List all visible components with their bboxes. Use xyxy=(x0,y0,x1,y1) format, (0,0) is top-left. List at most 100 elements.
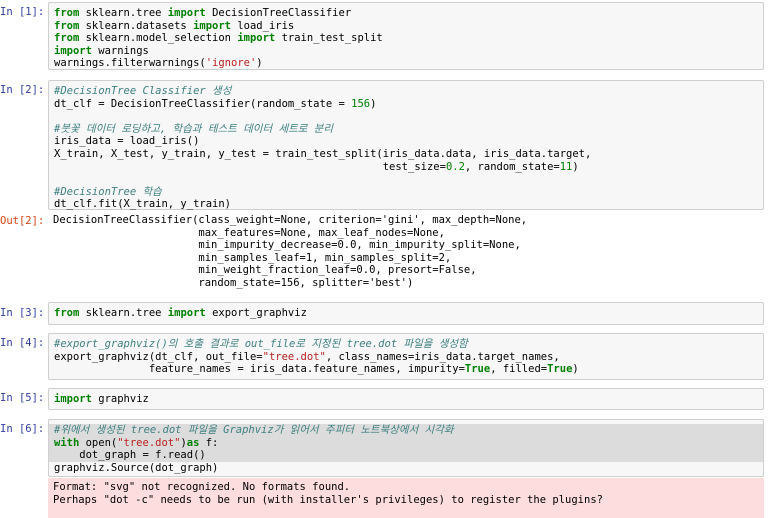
code-token: feature_names = iris_data.feature_names,… xyxy=(54,363,465,376)
code-token: , filled= xyxy=(490,363,548,376)
code-token: dot_graph = f.read() xyxy=(54,449,206,462)
code-token: export_graphviz(dt_clf, out_file= xyxy=(54,350,263,363)
code-cell-5: In [5]: import graphviz xyxy=(0,386,768,412)
error-line: Format: "svg" not recognized. No formats… xyxy=(53,481,351,493)
code-keyword: from xyxy=(54,7,86,19)
code-block: #위에서 생성된 tree.dot 파일을 Graphviz가 읽어서 주피터 … xyxy=(49,424,763,475)
code-string: "tree.dot" xyxy=(117,436,181,449)
code-token: ) xyxy=(572,160,579,173)
code-keyword: import xyxy=(167,7,213,19)
code-token: dt_clf.fit(X_train, y_train) xyxy=(54,198,232,211)
code-string: 'ignore' xyxy=(205,57,257,70)
code-token: , class_names=iris_data.target_names, xyxy=(325,350,560,363)
input-prompt: In [6]: xyxy=(0,423,45,435)
code-token: load_iris xyxy=(237,19,295,32)
code-line: from sklearn.tree import DecisionTreeCla… xyxy=(54,7,758,20)
code-token: test_size= xyxy=(54,160,446,173)
output-line: max_features=None, max_leaf_nodes=None, xyxy=(53,226,445,239)
code-token: graphviz xyxy=(98,393,149,405)
code-keyword: True xyxy=(547,363,573,376)
code-token: X_train, X_test, y_train, y_test = train… xyxy=(54,147,592,160)
code-input[interactable]: #export_graphviz()의 호출 결과로 out_file로 지정된… xyxy=(48,333,764,380)
code-keyword: from xyxy=(54,19,86,32)
code-input[interactable]: #위에서 생성된 tree.dot 파일을 Graphviz가 읽어서 주피터 … xyxy=(48,419,764,477)
code-token: warnings xyxy=(98,44,149,57)
code-comment: #위에서 생성된 tree.dot 파일을 Graphviz가 읽어서 주피터 … xyxy=(54,424,454,436)
error-output: Format: "svg" not recognized. No formats… xyxy=(48,478,764,518)
code-input[interactable]: import graphviz xyxy=(48,388,764,410)
code-block: from sklearn.tree import DecisionTreeCla… xyxy=(54,7,758,70)
code-line: from sklearn.datasets import load_iris xyxy=(54,20,758,33)
code-line: iris_data = load_iris() xyxy=(54,135,758,148)
input-prompt: In [1]: xyxy=(0,6,45,18)
code-line: dot_graph = f.read() xyxy=(49,449,763,462)
code-token: export_graphviz xyxy=(212,307,307,319)
output-line: min_impurity_decrease=0.0, min_impurity_… xyxy=(53,239,521,252)
code-token: f: xyxy=(205,436,219,449)
code-token: iris_data = load_iris() xyxy=(54,135,200,148)
code-token: dt_clf = DecisionTreeClassifier(random_s… xyxy=(54,97,352,110)
code-cell-1: In [1]: from sklearn.tree import Decisio… xyxy=(0,0,768,72)
code-line: graphviz.Source(dot_graph) xyxy=(54,462,758,475)
code-keyword: import xyxy=(193,19,238,32)
output-line: min_weight_fraction_leaf=0.0, presort=Fa… xyxy=(53,264,477,277)
code-input[interactable]: from sklearn.tree import export_graphviz xyxy=(48,302,764,325)
input-prompt: In [4]: xyxy=(0,337,45,349)
code-token: , random_state= xyxy=(464,160,560,173)
code-cell-2: In [2]: #DecisionTree Classifier 생성 dt_cl… xyxy=(0,79,768,296)
cell-output: DecisionTreeClassifier(class_weight=None… xyxy=(48,212,764,292)
code-line: #DecisionTree Classifier 생성 xyxy=(54,85,758,98)
code-line: warnings.filterwarnings('ignore') xyxy=(54,57,758,70)
code-token: sklearn.datasets xyxy=(85,19,194,32)
code-input[interactable]: #DecisionTree Classifier 생성 dt_clf = Deci… xyxy=(48,80,764,210)
code-number: 11 xyxy=(559,160,573,173)
code-keyword: True xyxy=(464,363,491,376)
output-line: random_state=156, splitter='best') xyxy=(53,276,414,289)
code-line: dt_clf.fit(X_train, y_train) xyxy=(54,198,758,211)
code-block: from sklearn.tree import export_graphviz xyxy=(54,307,758,320)
code-token: DecisionTreeClassifier xyxy=(212,7,352,19)
code-line: #export_graphviz()의 호출 결과로 out_file로 지정된… xyxy=(54,338,758,351)
code-comment: #DecisionTree Classifier 생성 xyxy=(54,85,232,97)
code-token: warnings.filterwarnings( xyxy=(54,57,206,70)
code-token: ) xyxy=(256,57,263,70)
code-token: ) xyxy=(370,97,377,110)
error-line: Perhaps "dot -c" needs to be run (with i… xyxy=(53,493,603,506)
code-input[interactable]: from sklearn.tree import DecisionTreeCla… xyxy=(48,2,764,70)
code-keyword: import xyxy=(167,307,213,319)
code-cell-4: In [4]: #export_graphviz()의 호출 결과로 out_f… xyxy=(0,331,768,381)
code-block: #DecisionTree Classifier 생성 dt_clf = Deci… xyxy=(54,85,758,211)
code-token: sklearn.model_selection xyxy=(85,32,238,45)
error-text: Format: "svg" not recognized. No formats… xyxy=(53,481,759,506)
code-line: feature_names = iris_data.feature_names,… xyxy=(54,363,758,376)
code-keyword: import xyxy=(54,44,99,57)
code-comment: #export_graphviz()의 호출 결과로 out_file로 지정된… xyxy=(54,338,468,350)
code-block: #export_graphviz()의 호출 결과로 out_file로 지정된… xyxy=(54,338,758,376)
code-keyword: with xyxy=(54,436,86,449)
code-comment: #붓꽃 데이터 로딩하고, 학습과 테스트 데이터 세트로 분리 xyxy=(54,122,334,135)
code-line: with open("tree.dot")as f: xyxy=(49,436,763,450)
code-keyword: as xyxy=(186,436,206,449)
code-line: #붓꽃 데이터 로딩하고, 학습과 테스트 데이터 세트로 분리 xyxy=(54,123,758,136)
output-line: DecisionTreeClassifier(class_weight=None… xyxy=(53,214,528,226)
code-number: 0.2 xyxy=(445,160,465,173)
code-token: train_test_split xyxy=(281,32,383,45)
code-token: sklearn.tree xyxy=(85,307,168,319)
code-line: #DecisionTree 학습 xyxy=(54,186,758,199)
input-prompt: In [3]: xyxy=(0,307,45,319)
code-line: import graphviz xyxy=(54,393,758,406)
code-line: dt_clf = DecisionTreeClassifier(random_s… xyxy=(54,98,758,111)
code-keyword: from xyxy=(54,307,86,319)
output-prompt: Out[2]: xyxy=(0,215,45,227)
input-prompt: In [2]: xyxy=(0,84,45,96)
code-token: ) xyxy=(572,363,579,376)
code-line: export_graphviz(dt_clf, out_file="tree.d… xyxy=(54,351,758,364)
code-line: X_train, X_test, y_train, y_test = train… xyxy=(54,148,758,161)
code-line: #위에서 생성된 tree.dot 파일을 Graphviz가 읽어서 주피터 … xyxy=(49,424,763,437)
code-keyword: from xyxy=(54,32,86,45)
code-block: import graphviz xyxy=(54,393,758,406)
code-string: "tree.dot" xyxy=(262,350,326,363)
code-line: from sklearn.tree import export_graphviz xyxy=(54,307,758,320)
